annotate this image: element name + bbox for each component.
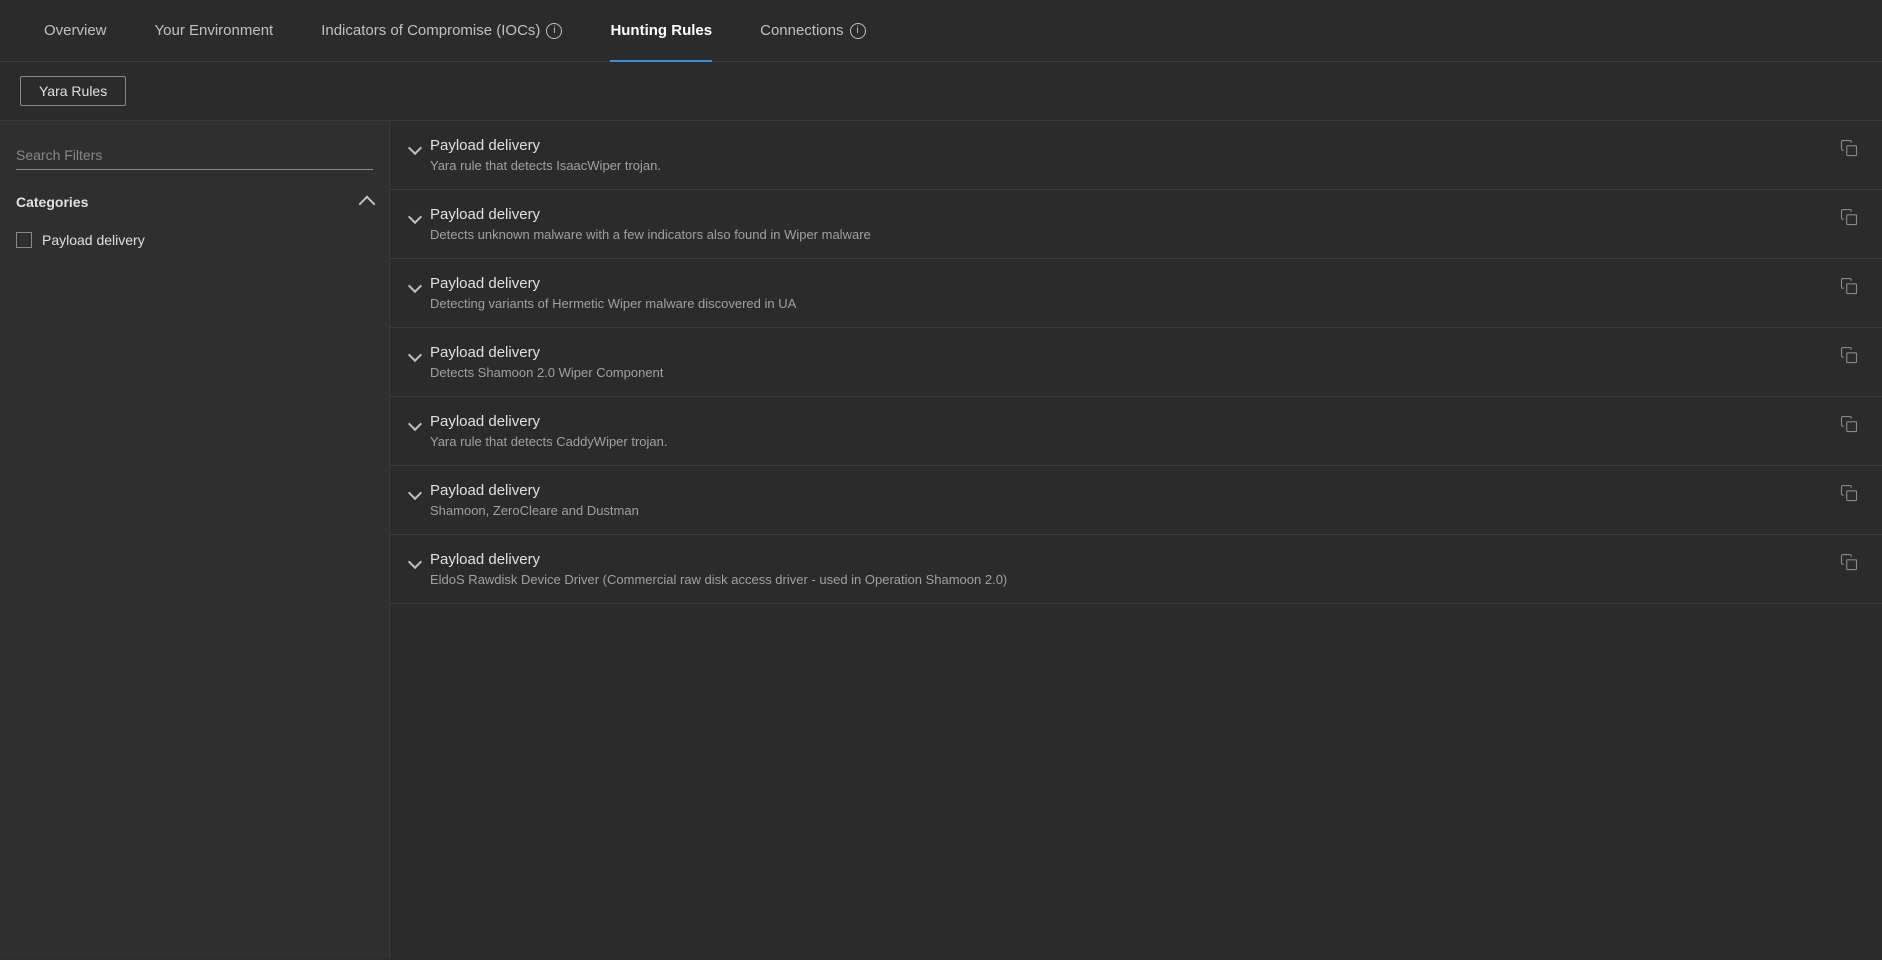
tab-connections[interactable]: Connections i [736,0,889,62]
category-item-payload-delivery[interactable]: Payload delivery [16,226,373,254]
rule-expand-icon-5[interactable] [408,417,422,431]
rule-title-3: Payload delivery [430,275,1824,292]
copy-icon-7[interactable] [1840,553,1858,571]
rule-expand-icon-3[interactable] [408,279,422,293]
rule-text-3: Payload delivery Detecting variants of H… [430,275,1824,311]
rules-list: Payload delivery Yara rule that detects … [390,121,1882,959]
top-navigation: Overview Your Environment Indicators of … [0,0,1882,62]
rule-content-4: Payload delivery Detects Shamoon 2.0 Wip… [410,344,1824,380]
rule-content-1: Payload delivery Yara rule that detects … [410,137,1824,173]
rule-text-1: Payload delivery Yara rule that detects … [430,137,1824,173]
rule-item-3: Payload delivery Detecting variants of H… [390,259,1882,328]
yara-rules-button[interactable]: Yara Rules [20,76,126,106]
rule-expand-icon-1[interactable] [408,141,422,155]
rule-title-4: Payload delivery [430,344,1824,361]
rule-content-3: Payload delivery Detecting variants of H… [410,275,1824,311]
rule-description-7: EldoS Rawdisk Device Driver (Commercial … [430,572,1824,587]
tab-hunting-rules[interactable]: Hunting Rules [586,0,736,62]
copy-icon-2[interactable] [1840,208,1858,226]
iocs-info-icon[interactable]: i [546,23,562,39]
rule-item-2: Payload delivery Detects unknown malware… [390,190,1882,259]
rule-title-6: Payload delivery [430,482,1824,499]
rule-text-2: Payload delivery Detects unknown malware… [430,206,1824,242]
rule-content-2: Payload delivery Detects unknown malware… [410,206,1824,242]
sub-navigation: Yara Rules [0,62,1882,121]
rule-text-7: Payload delivery EldoS Rawdisk Device Dr… [430,551,1824,587]
rule-text-4: Payload delivery Detects Shamoon 2.0 Wip… [430,344,1824,380]
rule-expand-icon-7[interactable] [408,555,422,569]
tab-iocs[interactable]: Indicators of Compromise (IOCs) i [297,0,586,62]
copy-icon-4[interactable] [1840,346,1858,364]
rule-content-6: Payload delivery Shamoon, ZeroCleare and… [410,482,1824,518]
rule-expand-icon-2[interactable] [408,210,422,224]
rule-title-7: Payload delivery [430,551,1824,568]
copy-icon-1[interactable] [1840,139,1858,157]
categories-header: Categories [16,194,373,210]
rule-content-5: Payload delivery Yara rule that detects … [410,413,1824,449]
rule-content-7: Payload delivery EldoS Rawdisk Device Dr… [410,551,1824,587]
rule-expand-icon-6[interactable] [408,486,422,500]
rule-item-5: Payload delivery Yara rule that detects … [390,397,1882,466]
rule-title-1: Payload delivery [430,137,1824,154]
main-layout: Categories Payload delivery Payload deli… [0,121,1882,959]
tab-overview[interactable]: Overview [20,0,131,62]
rule-text-5: Payload delivery Yara rule that detects … [430,413,1824,449]
rule-description-1: Yara rule that detects IsaacWiper trojan… [430,158,1824,173]
search-filters-input[interactable] [16,141,373,170]
copy-icon-3[interactable] [1840,277,1858,295]
category-label-payload-delivery: Payload delivery [42,232,145,248]
rule-description-2: Detects unknown malware with a few indic… [430,227,1824,242]
rule-description-5: Yara rule that detects CaddyWiper trojan… [430,434,1824,449]
rule-title-2: Payload delivery [430,206,1824,223]
rule-item-1: Payload delivery Yara rule that detects … [390,121,1882,190]
sidebar: Categories Payload delivery [0,121,390,959]
connections-info-icon[interactable]: i [850,23,866,39]
categories-collapse-icon[interactable] [359,196,376,213]
rule-expand-icon-4[interactable] [408,348,422,362]
rule-title-5: Payload delivery [430,413,1824,430]
tab-your-environment[interactable]: Your Environment [131,0,298,62]
rule-description-6: Shamoon, ZeroCleare and Dustman [430,503,1824,518]
rule-item-7: Payload delivery EldoS Rawdisk Device Dr… [390,535,1882,604]
copy-icon-6[interactable] [1840,484,1858,502]
rule-description-4: Detects Shamoon 2.0 Wiper Component [430,365,1824,380]
rule-text-6: Payload delivery Shamoon, ZeroCleare and… [430,482,1824,518]
category-checkbox-payload-delivery[interactable] [16,232,32,248]
copy-icon-5[interactable] [1840,415,1858,433]
rule-description-3: Detecting variants of Hermetic Wiper mal… [430,296,1824,311]
rule-item-6: Payload delivery Shamoon, ZeroCleare and… [390,466,1882,535]
categories-label: Categories [16,194,88,210]
rule-item-4: Payload delivery Detects Shamoon 2.0 Wip… [390,328,1882,397]
